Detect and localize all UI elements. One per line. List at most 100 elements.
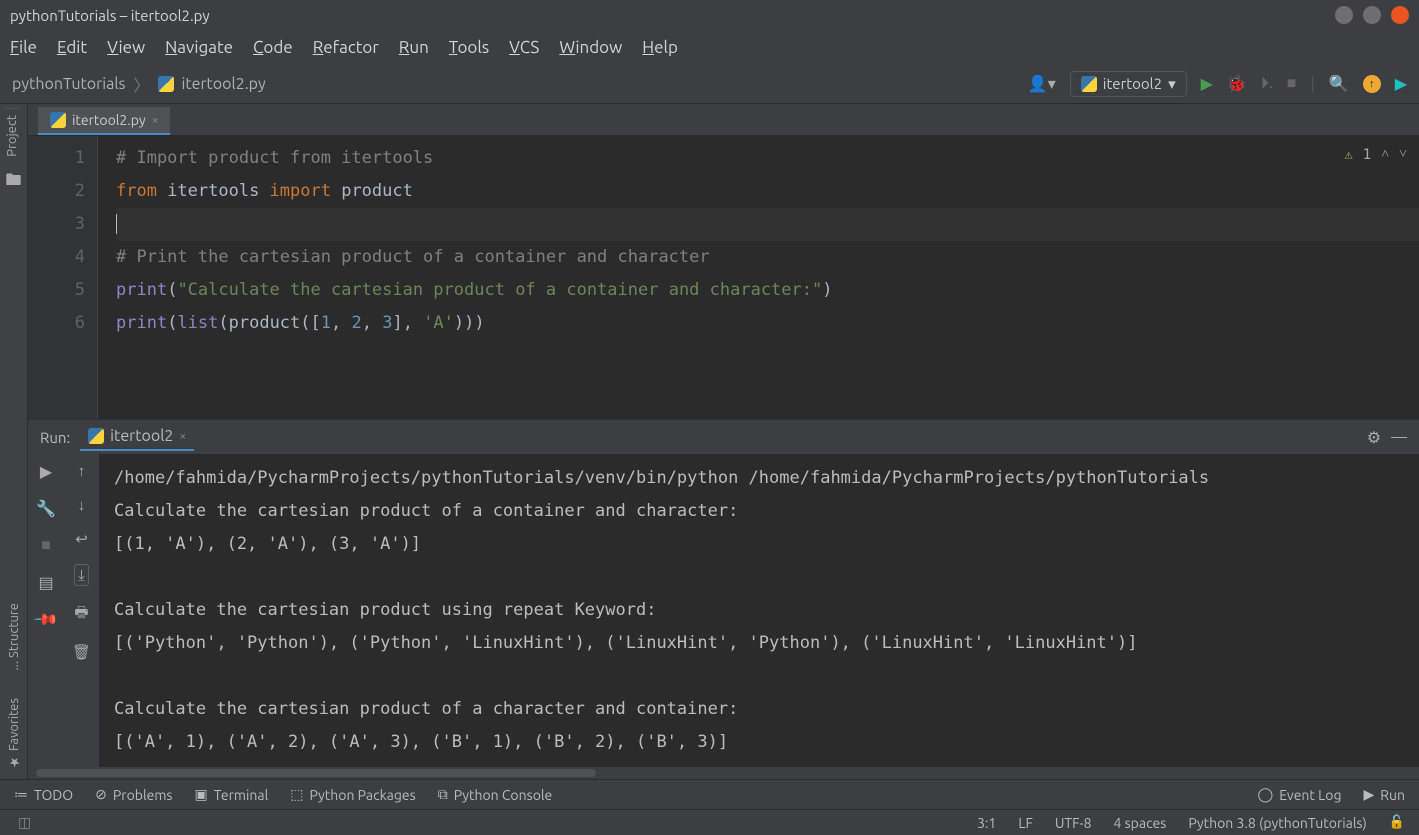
favorites-tool-button[interactable]: ★ Favorites (6, 692, 21, 775)
wrench-icon[interactable]: 🔧 (36, 499, 56, 518)
menu-window[interactable]: Window (559, 38, 622, 57)
python-file-icon (88, 428, 104, 444)
structure-tool-button[interactable]: ... Structure (7, 597, 21, 677)
code-line[interactable]: # Print the cartesian product of a conta… (116, 241, 1419, 274)
coverage-button[interactable]: ⏵. (1261, 74, 1273, 93)
bottom-tool-stripe: ≔TODO ⊘Problems ▣Terminal ⬚Python Packages ⧉… (0, 779, 1419, 809)
menu-file[interactable]: File (10, 38, 37, 57)
debug-button[interactable]: 🐞 (1227, 74, 1247, 93)
bottom-python-packages[interactable]: ⬚Python Packages (290, 786, 415, 803)
warning-count: 1 (1363, 147, 1371, 163)
editor-tab-active[interactable]: itertool2.py × (38, 107, 170, 135)
run-tool-header: Run: itertool2 × ⚙ — (28, 420, 1419, 454)
chevron-up-icon[interactable]: ˄ (1381, 146, 1389, 163)
status-bar: ◫ 3:1 LF UTF-8 4 spaces Python 3.8 (pyth… (0, 809, 1419, 835)
left-tool-stripe: Project 🖿 ... Structure ★ Favorites (0, 104, 28, 779)
menu-refactor[interactable]: Refactor (313, 38, 379, 57)
bottom-problems[interactable]: ⊘Problems (95, 786, 172, 803)
editor-tab-label: itertool2.py (72, 112, 146, 128)
pin-icon[interactable]: 📌 (36, 610, 56, 629)
python-file-icon (158, 76, 174, 92)
menu-vcs[interactable]: VCS (509, 38, 539, 57)
bottom-todo[interactable]: ≔TODO (14, 786, 73, 803)
gear-icon[interactable]: ⚙ (1367, 428, 1381, 447)
file-encoding[interactable]: UTF-8 (1055, 815, 1092, 831)
scrollbar-thumb[interactable] (36, 769, 596, 777)
indent-setting[interactable]: 4 spaces (1114, 815, 1167, 831)
project-tool-button[interactable]: Project (5, 108, 19, 163)
console-scrollbar[interactable] (28, 767, 1419, 779)
hide-panel-icon[interactable]: — (1391, 428, 1407, 446)
run-tab[interactable]: itertool2 × (80, 423, 194, 451)
python-file-icon (50, 112, 66, 128)
window-title-bar: pythonTutorials – itertool2.py (0, 0, 1419, 30)
menu-run[interactable]: Run (399, 38, 429, 57)
run-tab-label: itertool2 (110, 427, 173, 445)
bottom-python-console[interactable]: ⧉Python Console (438, 786, 553, 803)
editor-tabs: itertool2.py × (28, 104, 1419, 136)
code-editor[interactable]: 123456 # Import product from itertoolsfr… (28, 136, 1419, 419)
code-line[interactable]: from itertools import product (116, 175, 1419, 208)
navigation-bar: pythonTutorials 〉 itertool2.py 👤▾ iterto… (0, 64, 1419, 104)
menu-help[interactable]: Help (642, 38, 678, 57)
search-icon[interactable]: 🔍 (1329, 74, 1349, 93)
window-title: pythonTutorials – itertool2.py (10, 7, 1335, 24)
main-menu-bar: File Edit View Navigate Code Refactor Run Tools… (0, 30, 1419, 64)
ide-scripting-icon[interactable]: ▶ (1395, 74, 1407, 93)
soft-wrap-icon[interactable]: ↩ (75, 530, 88, 548)
folder-icon[interactable]: 🖿 (5, 169, 21, 196)
window-close-button[interactable] (1391, 6, 1409, 24)
event-log-button[interactable]: ◯Event Log (1258, 786, 1342, 803)
code-line[interactable] (116, 208, 1419, 241)
trash-icon[interactable]: 🗑 (72, 643, 91, 661)
run-button[interactable]: ▶ (1201, 74, 1213, 93)
bottom-terminal[interactable]: ▣Terminal (195, 786, 269, 803)
print-icon[interactable]: 🖶 (74, 602, 88, 627)
run-configuration-selector[interactable]: itertool2 ▾ (1070, 71, 1187, 97)
run-toolbar-primary: ▶ 🔧 ■ ▤ 📌 (28, 454, 64, 767)
close-tab-icon[interactable]: × (179, 430, 186, 443)
bottom-run-button[interactable]: ▶Run (1364, 786, 1406, 803)
run-toolbar-secondary: ↑ ↓ ↩ ⤓ 🖶 🗑 (64, 454, 100, 767)
chevron-down-icon: ▾ (1168, 75, 1176, 93)
stop-button[interactable]: ■ (41, 536, 51, 555)
code-line[interactable]: print(list(product([1, 2, 3], 'A'))) (116, 307, 1419, 340)
menu-view[interactable]: View (107, 38, 145, 57)
quick-panel-icon[interactable]: ◫ (18, 814, 31, 831)
down-arrow-icon[interactable]: ↓ (78, 496, 86, 514)
menu-navigate[interactable]: Navigate (165, 38, 233, 57)
menu-edit[interactable]: Edit (57, 38, 87, 57)
run-tool-window: Run: itertool2 × ⚙ — ▶ 🔧 ■ ▤ 📌 (28, 419, 1419, 779)
menu-tools[interactable]: Tools (449, 38, 489, 57)
window-minimize-button[interactable] (1335, 6, 1353, 24)
run-config-name: itertool2 (1103, 75, 1162, 92)
rerun-button[interactable]: ▶ (40, 462, 52, 481)
python-interpreter[interactable]: Python 3.8 (pythonTutorials) (1188, 815, 1366, 831)
chevron-down-icon[interactable]: ˅ (1399, 146, 1407, 163)
line-separator[interactable]: LF (1018, 815, 1033, 831)
run-header-label: Run: (40, 429, 70, 446)
breadcrumb-separator: 〉 (133, 72, 149, 96)
breadcrumb: pythonTutorials 〉 itertool2.py (12, 72, 266, 96)
editor-inspection-widget[interactable]: ⚠ 1 ˄ ˅ (1344, 146, 1407, 163)
code-line[interactable]: print("Calculate the cartesian product o… (116, 274, 1419, 307)
toolbar-right: 👤▾ itertool2 ▾ ▶ 🐞 ⏵. ■ | 🔍 ↑ ▶ (1028, 71, 1407, 97)
breadcrumb-project[interactable]: pythonTutorials (12, 75, 125, 93)
window-maximize-button[interactable] (1363, 6, 1381, 24)
editor-gutter: 123456 (28, 136, 98, 419)
layout-icon[interactable]: ▤ (38, 573, 53, 592)
update-available-icon[interactable]: ↑ (1363, 75, 1381, 93)
stop-button[interactable]: ■ (1287, 74, 1297, 93)
close-tab-icon[interactable]: × (152, 114, 159, 127)
console-output[interactable]: /home/fahmida/PycharmProjects/pythonTuto… (100, 454, 1419, 767)
user-icon[interactable]: 👤▾ (1028, 74, 1056, 93)
warning-icon: ⚠ (1344, 147, 1352, 163)
up-arrow-icon[interactable]: ↑ (78, 462, 86, 480)
menu-code[interactable]: Code (253, 38, 293, 57)
caret-position[interactable]: 3:1 (977, 815, 996, 831)
code-line[interactable]: # Import product from itertools (116, 142, 1419, 175)
readonly-lock-icon[interactable]: 🔓 (1389, 815, 1405, 830)
scroll-to-end-icon[interactable]: ⤓ (74, 564, 89, 586)
breadcrumb-file[interactable]: itertool2.py (182, 75, 266, 93)
python-file-icon (1081, 76, 1097, 92)
